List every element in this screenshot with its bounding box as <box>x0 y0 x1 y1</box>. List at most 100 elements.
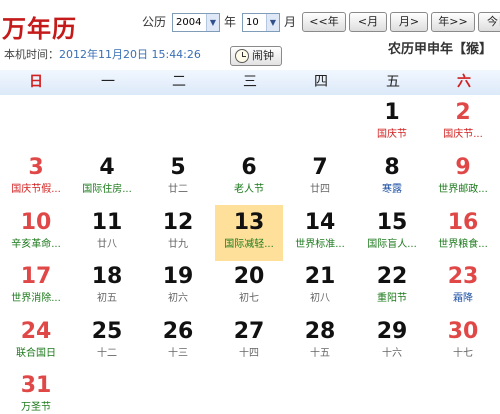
day-number: 25 <box>91 319 123 344</box>
day-cell[interactable]: 9 世界邮政... <box>429 150 497 206</box>
day-cell[interactable]: 2 国庆节... <box>429 95 497 151</box>
day-cell[interactable]: 17 世界消除... <box>2 259 70 315</box>
day-note: 廿八 <box>97 239 117 250</box>
year-unit-label: 年 <box>224 15 237 29</box>
next-month-button[interactable]: 月> <box>390 12 428 32</box>
weekday-mon: 一 <box>101 74 115 90</box>
day-cell[interactable]: 21 初八 <box>286 259 354 315</box>
day-number: 14 <box>304 210 336 235</box>
day-cell[interactable]: 3 国庆节假... <box>2 150 70 206</box>
prev-month-button[interactable]: <月 <box>349 12 387 32</box>
day-note: 初八 <box>310 293 330 304</box>
day-note: 世界邮政... <box>438 184 488 195</box>
day-number: 12 <box>162 210 194 235</box>
day-number: 30 <box>447 319 479 344</box>
day-note: 世界消除... <box>11 293 61 304</box>
day-cell[interactable]: 25 十二 <box>73 314 141 370</box>
day-number: 29 <box>376 319 408 344</box>
day-cell[interactable]: 1 国庆节 <box>358 95 426 151</box>
day-cell[interactable]: 26 十三 <box>144 314 212 370</box>
weekday-fri: 五 <box>386 74 400 90</box>
day-note: 初五 <box>97 293 117 304</box>
day-number: 23 <box>447 264 479 289</box>
day-cell[interactable]: 20 初七 <box>215 259 283 315</box>
day-number: 27 <box>233 319 265 344</box>
day-cell[interactable]: 24 联合国日 <box>2 314 70 370</box>
day-cell[interactable]: 14 世界标准... <box>286 205 354 261</box>
weekday-header: 日 一 二 三 四 五 六 <box>0 70 500 95</box>
day-cell[interactable]: 6 老人节 <box>215 150 283 206</box>
clock-icon <box>235 49 249 63</box>
day-note: 廿九 <box>168 239 188 250</box>
weekday-sat: 六 <box>457 74 471 90</box>
day-cell[interactable]: 12 廿九 <box>144 205 212 261</box>
app-title: 万年历 <box>2 14 77 43</box>
day-number: 3 <box>28 155 44 180</box>
day-cell[interactable]: 28 十五 <box>286 314 354 370</box>
day-cell[interactable]: 4 国际住房... <box>73 150 141 206</box>
day-note: 十三 <box>168 348 188 359</box>
day-note: 初七 <box>239 293 259 304</box>
day-cell[interactable]: 30 十七 <box>429 314 497 370</box>
day-cell[interactable]: 23 霜降 <box>429 259 497 315</box>
day-number: 11 <box>91 210 123 235</box>
day-cell[interactable]: 7 廿四 <box>286 150 354 206</box>
day-note: 万圣节 <box>21 402 51 413</box>
day-cell[interactable]: 10 辛亥革命... <box>2 205 70 261</box>
weekday-thu: 四 <box>314 74 328 90</box>
chevron-down-icon: ▼ <box>266 14 279 31</box>
day-cell[interactable]: 16 世界粮食... <box>429 205 497 261</box>
year-select[interactable]: 2004 ▼ <box>172 13 220 32</box>
weekday-tue: 二 <box>172 74 186 90</box>
day-cell[interactable]: 18 初五 <box>73 259 141 315</box>
day-number: 17 <box>20 264 52 289</box>
day-number: 31 <box>20 373 52 398</box>
day-number: 18 <box>91 264 123 289</box>
day-cell[interactable]: 8 寒露 <box>358 150 426 206</box>
month-select[interactable]: 10 ▼ <box>242 13 280 32</box>
day-number: 16 <box>447 210 479 235</box>
day-number: 24 <box>20 319 52 344</box>
day-cell[interactable]: 29 十六 <box>358 314 426 370</box>
day-number: 4 <box>99 155 115 180</box>
day-number: 1 <box>384 100 400 125</box>
day-note: 联合国日 <box>16 348 56 359</box>
day-number: 15 <box>376 210 408 235</box>
day-cell[interactable]: 22 重阳节 <box>358 259 426 315</box>
day-note: 国庆节... <box>443 129 483 140</box>
day-note: 国际盲人... <box>367 239 417 250</box>
day-note: 重阳节 <box>377 293 407 304</box>
day-note: 十二 <box>97 348 117 359</box>
day-note: 世界标准... <box>295 239 345 250</box>
day-note: 初六 <box>168 293 188 304</box>
day-cell[interactable]: 11 廿八 <box>73 205 141 261</box>
day-number: 9 <box>455 155 471 180</box>
day-number: 13 <box>233 210 265 235</box>
next-year-button[interactable]: 年>> <box>431 12 475 32</box>
alarm-button[interactable]: 闹钟 <box>230 46 282 66</box>
weekday-wed: 三 <box>243 74 257 90</box>
local-time-label: 本机时间： <box>4 48 59 61</box>
day-cell[interactable]: 27 十四 <box>215 314 283 370</box>
day-number: 2 <box>455 100 471 125</box>
local-time-value: 2012年11月20日 15:44:26 <box>59 48 201 61</box>
day-note: 廿二 <box>168 184 188 195</box>
day-cell[interactable]: 31 万圣节 <box>2 368 70 414</box>
day-note: 国庆节 <box>377 129 407 140</box>
day-note: 十七 <box>453 348 473 359</box>
day-cell[interactable]: 19 初六 <box>144 259 212 315</box>
today-button[interactable]: 今日 <box>478 12 500 32</box>
day-number: 28 <box>304 319 336 344</box>
prev-year-button[interactable]: <<年 <box>302 12 346 32</box>
day-note: 国际住房... <box>82 184 132 195</box>
lunar-year: 农历甲申年【猴】 <box>387 42 492 57</box>
day-cell-today[interactable]: 13 国际减轻... <box>215 205 283 261</box>
day-cell[interactable]: 5 廿二 <box>144 150 212 206</box>
gregorian-label: 公历 <box>142 15 167 29</box>
day-cell[interactable]: 15 国际盲人... <box>358 205 426 261</box>
day-number: 7 <box>312 155 328 180</box>
day-number: 20 <box>233 264 265 289</box>
day-note: 辛亥革命... <box>11 239 61 250</box>
calendar-grid: 1 国庆节 2 国庆节... 3 国庆节假... 4 国际住房... 5 廿二 6 老人节 7 廿四 8 寒露… <box>0 95 500 414</box>
month-select-value: 10 <box>246 17 259 28</box>
